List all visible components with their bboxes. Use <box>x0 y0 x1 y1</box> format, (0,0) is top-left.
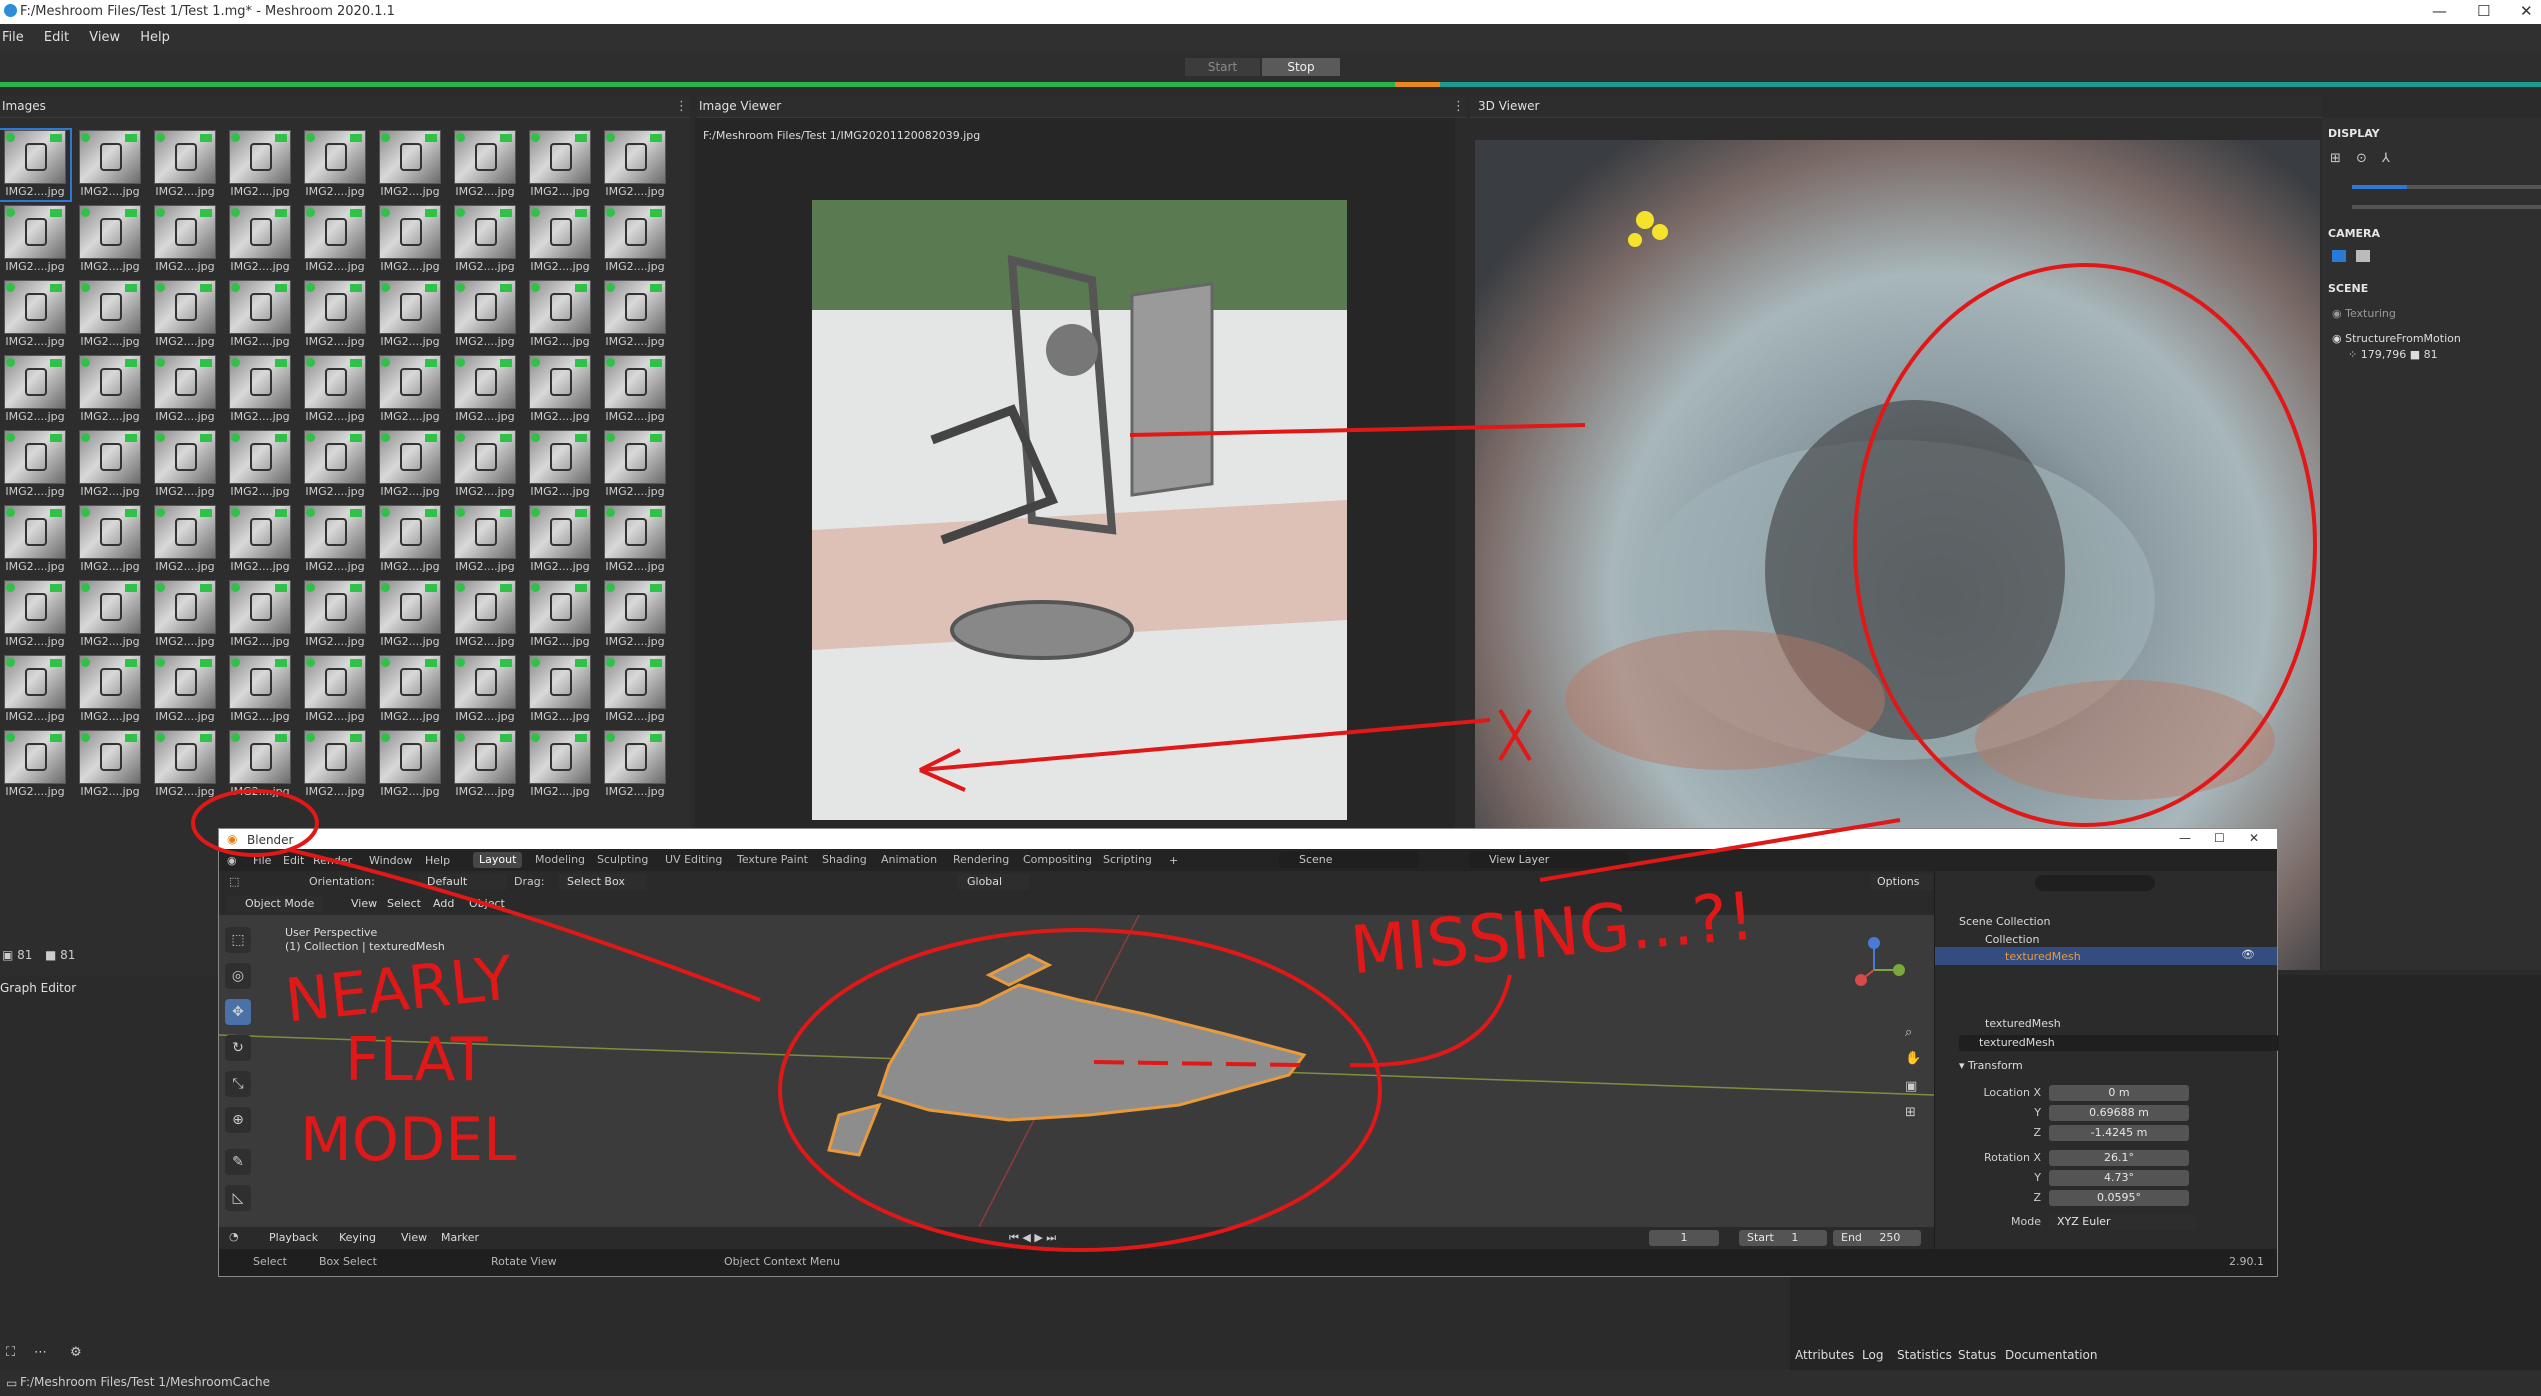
annotation-flat: FLAT <box>345 1025 488 1095</box>
annotation-circle-blender <box>191 789 319 857</box>
annotation-circle-model <box>778 928 1382 1252</box>
annotation-arrow-top <box>1129 423 1586 437</box>
annotation-arrow-bottom <box>919 718 1491 792</box>
annotation-arrow-missing <box>1539 818 1901 882</box>
annotation-dashed-arrow <box>1089 1060 1301 1067</box>
annotation-arrow-right <box>1349 974 1512 1068</box>
annotation-circle-pointcloud <box>1853 263 2317 827</box>
annotation-model: MODEL <box>300 1105 517 1175</box>
annotation-cross <box>1498 708 1532 762</box>
annotation-overlay <box>191 263 2317 1252</box>
